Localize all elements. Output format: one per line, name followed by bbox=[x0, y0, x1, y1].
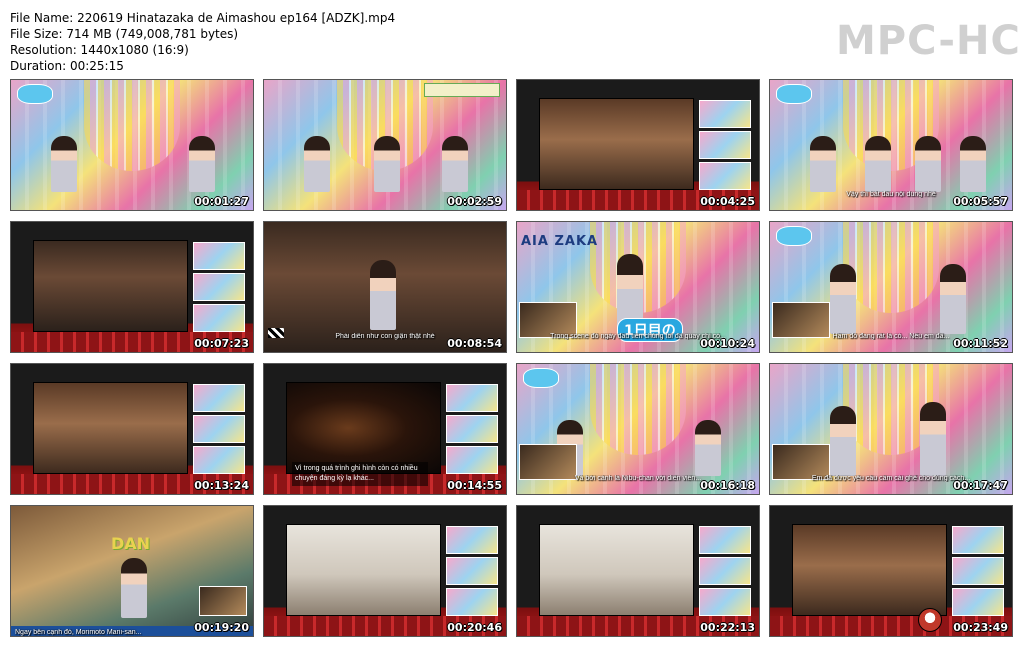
timestamp: 00:16:18 bbox=[700, 479, 755, 492]
side-thumbnails bbox=[193, 242, 245, 332]
thumbnail-11[interactable]: Và bởi cảnh là Nibu-chan với diễn viên..… bbox=[516, 363, 760, 495]
drama-inset bbox=[539, 98, 694, 190]
timestamp: 00:02:59 bbox=[447, 195, 502, 208]
timestamp: 00:22:13 bbox=[700, 621, 755, 634]
thumbnail-6[interactable]: Phải diễn như con giận thật nhé 00:08:54 bbox=[263, 221, 507, 353]
thumbnail-1[interactable]: 00:01:27 bbox=[10, 79, 254, 211]
program-banner bbox=[424, 83, 500, 97]
timestamp: 00:05:57 bbox=[953, 195, 1008, 208]
thumbnail-10[interactable]: Vì trong quá trình ghi hình còn có nhiều… bbox=[263, 363, 507, 495]
thumbnail-5[interactable]: 00:07:23 bbox=[10, 221, 254, 353]
thumbnail-8[interactable]: Hầm đó đang rất là có... Nếu em đã... 00… bbox=[769, 221, 1013, 353]
drama-inset bbox=[286, 382, 441, 474]
host-figure bbox=[51, 136, 77, 192]
side-thumbnails bbox=[446, 384, 498, 474]
member-figure bbox=[830, 406, 856, 476]
side-thumbnails bbox=[193, 384, 245, 474]
actress-figure bbox=[370, 260, 396, 330]
member-figure bbox=[920, 402, 946, 476]
timestamp: 00:23:49 bbox=[953, 621, 1008, 634]
member-figure bbox=[442, 136, 468, 192]
thumbnail-7[interactable]: AIA ZAKA 1日目の Trong scene đó ngày đầu ti… bbox=[516, 221, 760, 353]
timestamp: 00:17:47 bbox=[953, 479, 1008, 492]
member-figure bbox=[810, 136, 836, 192]
timestamp: 00:10:24 bbox=[700, 337, 755, 350]
timestamp: 00:04:25 bbox=[700, 195, 755, 208]
member-figure bbox=[830, 264, 856, 334]
timestamp: 00:11:52 bbox=[953, 337, 1008, 350]
drama-inset bbox=[792, 524, 947, 616]
timestamp: 00:13:24 bbox=[194, 479, 249, 492]
side-thumbnails bbox=[699, 100, 751, 190]
member-figure bbox=[374, 136, 400, 192]
show-logo bbox=[523, 368, 559, 388]
timestamp: 00:01:27 bbox=[194, 195, 249, 208]
timestamp: 00:19:20 bbox=[194, 621, 249, 634]
drama-inset bbox=[33, 382, 188, 474]
side-thumbnails bbox=[446, 526, 498, 616]
thumbnail-12[interactable]: Em đã được yêu cầu cầm cái ghế cho đúng … bbox=[769, 363, 1013, 495]
thumbnail-3[interactable]: 00:04:25 bbox=[516, 79, 760, 211]
dan-sign-text: DAN bbox=[111, 534, 151, 553]
show-logo bbox=[17, 84, 53, 104]
thumbnail-16[interactable]: 00:23:49 bbox=[769, 505, 1013, 637]
drama-inset bbox=[33, 240, 188, 332]
timestamp: 00:08:54 bbox=[447, 337, 502, 350]
member-figure bbox=[960, 136, 986, 192]
drama-inset bbox=[539, 524, 694, 616]
thumbnail-grid: 00:01:27 00:02:59 00:04:25 Vậy thì bắt đ… bbox=[0, 0, 1024, 646]
timestamp: 00:07:23 bbox=[194, 337, 249, 350]
side-thumbnails bbox=[952, 526, 1004, 616]
drama-inset bbox=[286, 524, 441, 616]
actress-figure bbox=[121, 558, 147, 618]
timestamp: 00:20:46 bbox=[447, 621, 502, 634]
zaka-sign-text: AIA ZAKA bbox=[521, 234, 599, 249]
timestamp: 00:14:55 bbox=[447, 479, 502, 492]
show-logo bbox=[776, 84, 812, 104]
thumbnail-13[interactable]: DAN Ngay bên cạnh đó, Morimoto Marii-san… bbox=[10, 505, 254, 637]
member-figure bbox=[865, 136, 891, 192]
subtitle: Vì trong quá trình ghi hình còn có nhiều… bbox=[292, 462, 428, 486]
thumbnail-15[interactable]: 00:22:13 bbox=[516, 505, 760, 637]
member-figure bbox=[915, 136, 941, 192]
host-figure bbox=[189, 136, 215, 192]
side-thumbnails bbox=[699, 526, 751, 616]
mascot-icon bbox=[918, 608, 942, 632]
show-logo bbox=[776, 226, 812, 246]
thumbnail-2[interactable]: 00:02:59 bbox=[263, 79, 507, 211]
thumbnail-4[interactable]: Vậy thì bắt đầu nội dung nhé 00:05:57 bbox=[769, 79, 1013, 211]
host-figure bbox=[695, 420, 721, 476]
thumbnail-9[interactable]: 00:13:24 bbox=[10, 363, 254, 495]
member-figure bbox=[304, 136, 330, 192]
side-inset bbox=[199, 586, 247, 616]
member-figure bbox=[940, 264, 966, 334]
thumbnail-14[interactable]: 00:20:46 bbox=[263, 505, 507, 637]
